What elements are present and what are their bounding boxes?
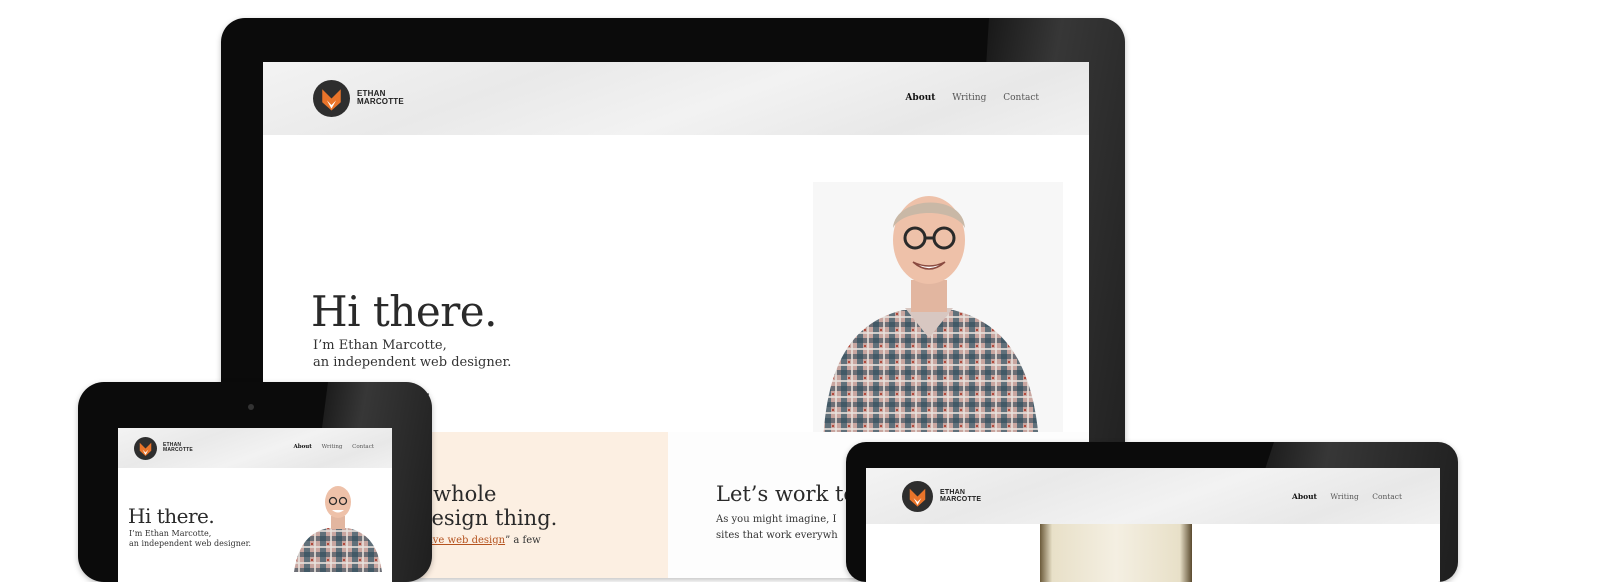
- panel-right-text: As you might imagine, I sites that work …: [716, 512, 838, 544]
- nav-contact[interactable]: Contact: [1003, 93, 1039, 103]
- tablet-hero-intro-line1: I’m Ethan Marcotte,: [129, 529, 212, 538]
- laptop-nav: About Writing Contact: [1281, 492, 1402, 501]
- tablet-nav-contact[interactable]: Contact: [352, 444, 374, 450]
- laptop-brand-name[interactable]: ETHAN MARCOTTE: [940, 489, 981, 504]
- laptop-doorway-photo: [1040, 524, 1192, 582]
- main-nav: About Writing Contact: [891, 93, 1039, 103]
- tablet-fox-logo-icon[interactable]: [134, 437, 157, 460]
- laptop-device: ETHAN MARCOTTE About Writing Contact: [846, 442, 1458, 582]
- tablet-brand-line2: MARCOTTE: [163, 447, 193, 454]
- tablet-nav-about[interactable]: About: [294, 444, 312, 450]
- panel-right-title: Let’s work to: [716, 482, 857, 506]
- tablet-nav-writing[interactable]: Writing: [322, 444, 343, 450]
- tablet-nav: About Writing Contact: [286, 444, 375, 450]
- brand-name[interactable]: ETHAN MARCOTTE: [357, 89, 404, 107]
- laptop-fox-logo-icon[interactable]: [902, 481, 933, 512]
- tablet-brand-name[interactable]: ETHAN MARCOTTE: [163, 442, 193, 454]
- fox-logo-icon[interactable]: [313, 80, 350, 117]
- laptop-nav-about[interactable]: About: [1292, 492, 1317, 501]
- laptop-site-header: ETHAN MARCOTTE About Writing Contact: [866, 468, 1440, 524]
- laptop-brand-line2: MARCOTTE: [940, 496, 982, 504]
- panel-left-title-line1: t whole: [418, 482, 497, 506]
- laptop-brand-line1: ETHAN: [940, 489, 966, 496]
- nav-about[interactable]: About: [905, 93, 935, 103]
- hero-title: Hi there.: [311, 287, 497, 336]
- tablet-portrait-photo: [288, 472, 388, 572]
- tablet-hero-intro: I’m Ethan Marcotte, an independent web d…: [129, 529, 251, 550]
- site-header: ETHAN MARCOTTE About Writing Contact: [263, 62, 1089, 135]
- laptop-nav-writing[interactable]: Writing: [1330, 492, 1358, 501]
- tablet-camera-icon: [248, 404, 254, 410]
- laptop-nav-contact[interactable]: Contact: [1372, 492, 1402, 501]
- portrait-photo: [793, 162, 1063, 442]
- panel-right-line1: As you might imagine, I: [716, 514, 837, 525]
- tablet-screen: ETHAN MARCOTTE About Writing Contact Hi …: [118, 428, 392, 582]
- panel-left-title: t whole design thing.: [418, 482, 557, 530]
- laptop-screen: ETHAN MARCOTTE About Writing Contact: [866, 468, 1440, 582]
- tablet-site-header: ETHAN MARCOTTE About Writing Contact: [118, 428, 392, 468]
- hero-intro: I’m Ethan Marcotte, an independent web d…: [313, 338, 511, 372]
- brand-line2: MARCOTTE: [357, 97, 404, 107]
- hero-intro-line1: I’m Ethan Marcotte,: [313, 338, 447, 353]
- panel-left-title-line2: design thing.: [418, 506, 558, 531]
- hero-intro-line2: an independent web designer.: [313, 354, 512, 370]
- panel-left-text: nsive web design” a few: [418, 535, 541, 546]
- tablet-hero-title: Hi there.: [128, 504, 215, 528]
- tablet-device: ETHAN MARCOTTE About Writing Contact Hi …: [78, 382, 432, 582]
- panel-left-after-link: ” a few: [505, 535, 541, 546]
- panel-right-line2: sites that work everywh: [716, 530, 838, 541]
- nav-writing[interactable]: Writing: [952, 93, 986, 103]
- tablet-hero-intro-line2: an independent web designer.: [129, 539, 252, 549]
